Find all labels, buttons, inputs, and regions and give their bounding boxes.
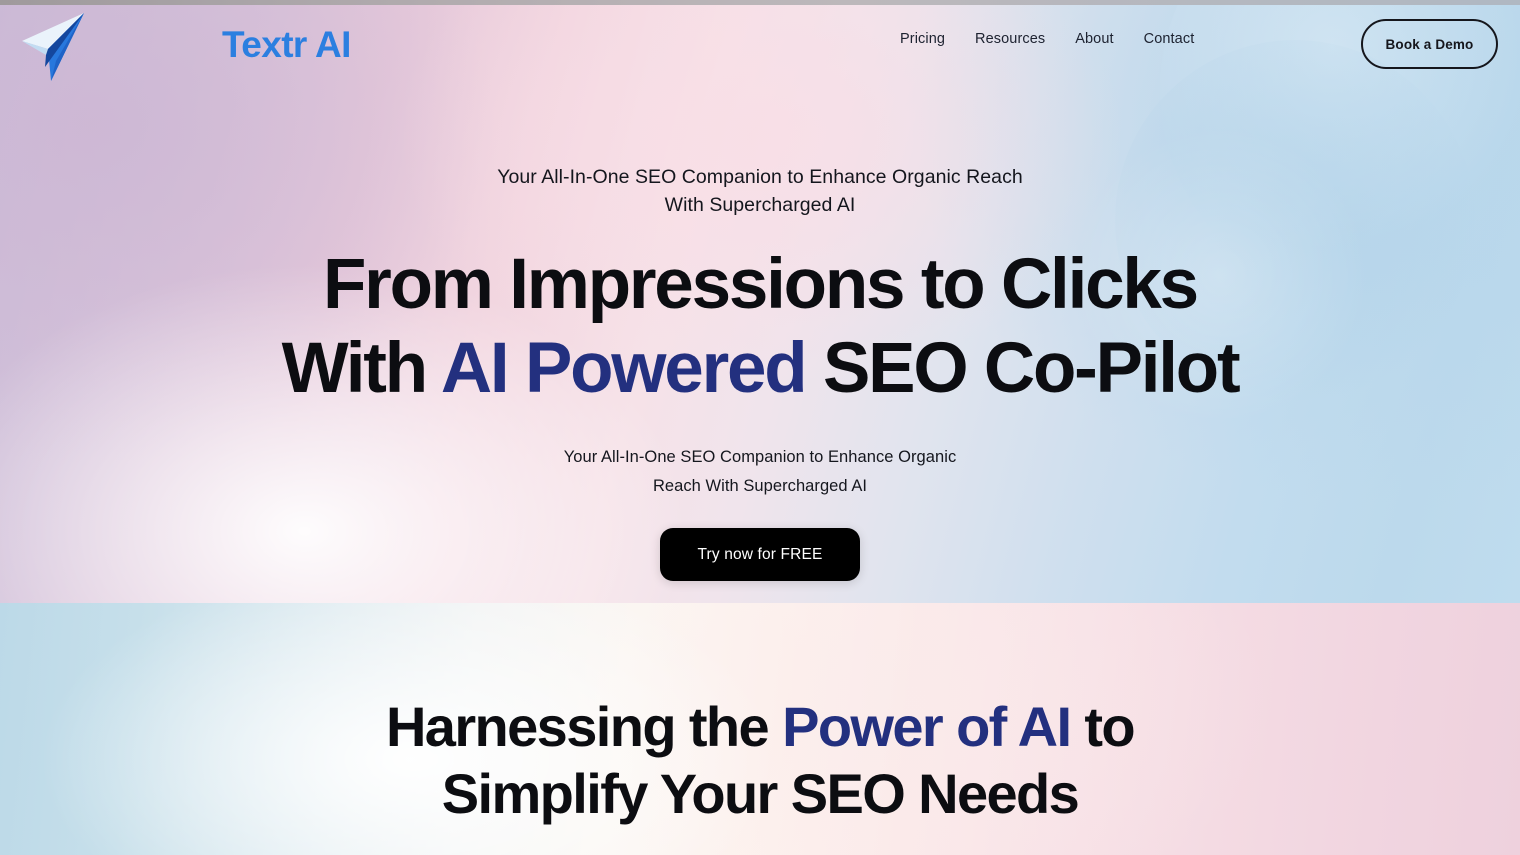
- hero-headline-line-2-pre: With: [281, 329, 441, 408]
- section2-heading-line-2: Simplify Your SEO Needs: [441, 762, 1080, 825]
- landing-page: Textr AI Pricing Resources About Contact…: [0, 0, 1520, 855]
- paper-plane-icon: [22, 13, 84, 81]
- book-a-demo-button[interactable]: Book a Demo: [1361, 19, 1498, 69]
- hero-headline-accent: AI Powered: [440, 329, 808, 408]
- nav-link-about[interactable]: About: [1075, 31, 1113, 47]
- main-navbar: Textr AI Pricing Resources About Contact…: [0, 0, 1520, 88]
- hero-subcopy-line-1: Your All-In-One SEO Companion to Enhance…: [563, 448, 957, 466]
- top-edge-strip: [0, 0, 1520, 5]
- nav-link-contact[interactable]: Contact: [1144, 31, 1195, 47]
- hero-eyebrow-line-1: Your All-In-One SEO Companion to Enhance…: [497, 166, 1023, 188]
- hero-headline-line-1: From Impressions to Clicks: [323, 245, 1199, 324]
- hero-subcopy-line-2: Reach With Supercharged AI: [652, 477, 868, 495]
- section2-heading-post: to: [1070, 695, 1135, 758]
- nav-link-resources[interactable]: Resources: [975, 31, 1045, 47]
- nav-link-pricing[interactable]: Pricing: [900, 31, 945, 47]
- try-now-for-free-button[interactable]: Try now for FREE: [660, 528, 860, 581]
- hero-headline: From Impressions to Clicks With AI Power…: [0, 243, 1520, 411]
- section2-heading-pre: Harnessing the: [385, 695, 783, 758]
- section2-heading-accent: Power of AI: [782, 695, 1072, 758]
- brand-logo[interactable]: Textr AI: [18, 5, 351, 83]
- hero-cta-wrapper: Try now for FREE: [0, 528, 1520, 581]
- hero-eyebrow-line-2: With Supercharged AI: [664, 194, 856, 216]
- hero-content: Your All-In-One SEO Companion to Enhance…: [0, 0, 1520, 598]
- hero-subcopy: Your All-In-One SEO Companion to Enhance…: [0, 443, 1520, 501]
- hero-headline-line-2-post: SEO Co-Pilot: [805, 329, 1241, 408]
- hero-eyebrow: Your All-In-One SEO Companion to Enhance…: [0, 163, 1520, 219]
- nav-links: Pricing Resources About Contact: [900, 31, 1194, 47]
- brand-name: Textr AI: [222, 23, 351, 65]
- section2-heading: Harnessing the Power of AI to Simplify Y…: [0, 693, 1520, 827]
